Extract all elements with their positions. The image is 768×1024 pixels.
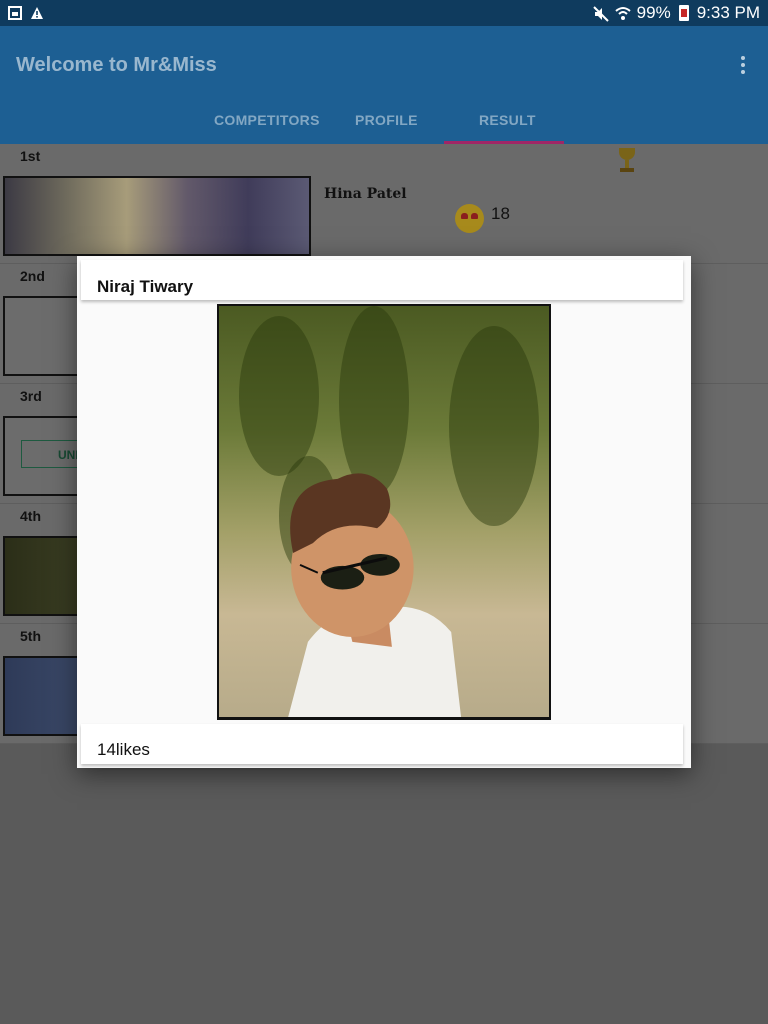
tab-competitors[interactable]: COMPETITORS — [214, 112, 320, 128]
overflow-menu-icon[interactable] — [740, 56, 746, 76]
rank-label: 5th — [20, 628, 41, 644]
portrait-figure — [288, 473, 462, 717]
warning-icon — [30, 5, 44, 19]
dialog-title: Niraj Tiwary — [97, 277, 194, 296]
mute-icon — [592, 6, 609, 22]
tab-profile[interactable]: PROFILE — [355, 112, 418, 128]
competitor-name: Hina Patel — [324, 186, 407, 202]
dialog-footer: 14likes — [81, 724, 683, 764]
rank-label: 1st — [20, 148, 41, 164]
competitor-photo[interactable] — [3, 176, 311, 256]
status-bar: 99% 9:33 PM — [0, 0, 768, 26]
rank-label: 3rd — [20, 388, 42, 404]
app-title: Welcome to Mr&Miss — [16, 54, 217, 76]
clock: 9:33 PM — [696, 3, 760, 22]
tab-bar: COMPETITORS PROFILE RESULT — [0, 106, 768, 144]
likes-count: 18 — [491, 204, 510, 223]
app-bar: Welcome to Mr&Miss COMPETITORS PROFILE R… — [0, 26, 768, 144]
rank-label: 4th — [20, 508, 41, 524]
battery-percent: 99% — [636, 3, 671, 22]
competitor-photo-large — [217, 304, 551, 720]
battery-icon — [678, 5, 689, 21]
wifi-icon — [615, 6, 631, 20]
rank-label: 2nd — [20, 268, 45, 284]
competitor-dialog[interactable]: Niraj Tiwary 14likes — [77, 256, 691, 768]
list-item[interactable]: 1st Hina Patel 18 — [0, 144, 768, 264]
dialog-likes-text: 14likes — [97, 740, 150, 759]
tab-result[interactable]: RESULT — [479, 112, 536, 128]
heart-eyes-emoji-icon — [455, 204, 484, 233]
trophy-icon — [616, 148, 638, 174]
image-notification-icon — [8, 5, 22, 20]
dialog-header: Niraj Tiwary — [81, 260, 683, 300]
